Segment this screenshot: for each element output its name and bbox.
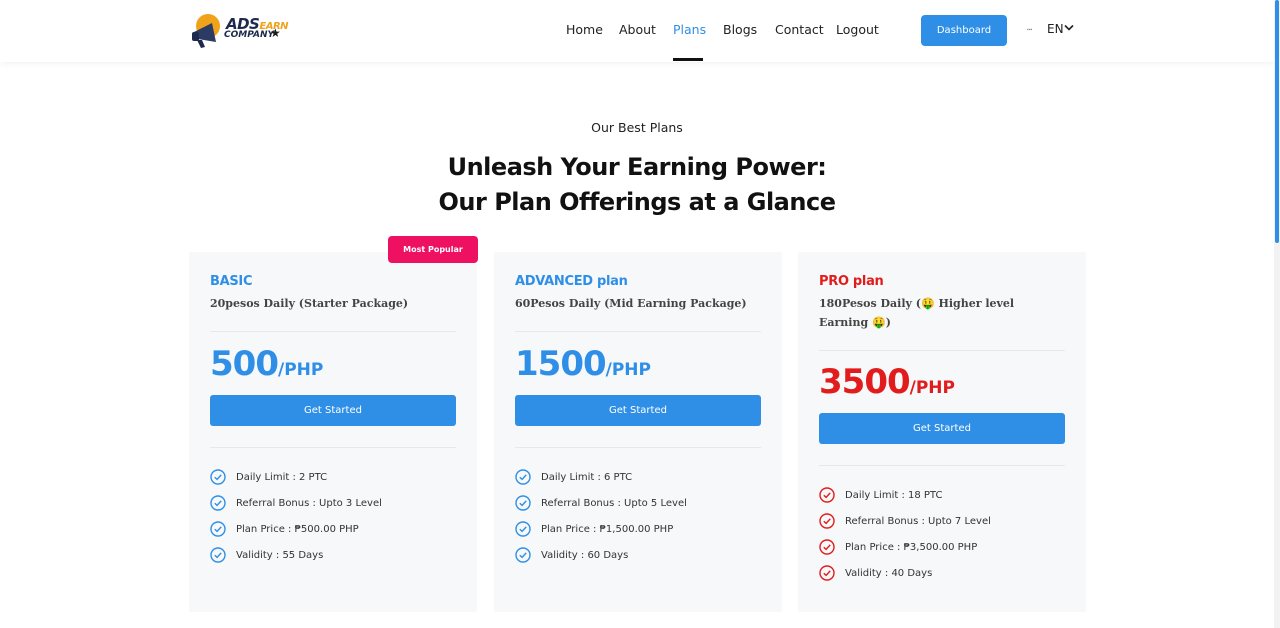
plan-name: BASIC: [210, 274, 253, 289]
scrollbar[interactable]: [1274, 0, 1280, 628]
section-title: Unleash Your Earning Power: Our Plan Offe…: [438, 153, 836, 216]
check-circle-icon: [819, 539, 835, 555]
nav-about[interactable]: About: [619, 22, 656, 37]
check-circle-icon: [515, 469, 531, 485]
feature-item: Plan Price : ₱3,500.00 PHP: [819, 534, 991, 560]
check-circle-icon: [515, 495, 531, 511]
most-popular-badge: Most Popular: [388, 236, 478, 263]
plan-card-pro: PRO plan 180Pesos Daily (🤑 Higher level …: [798, 252, 1086, 612]
check-circle-icon: [210, 495, 226, 511]
nav-blogs[interactable]: Blogs: [723, 22, 757, 37]
divider: [210, 447, 456, 448]
feature-item: Daily Limit : 2 PTC: [210, 464, 382, 490]
feature-item: Referral Bonus : Upto 5 Level: [515, 490, 687, 516]
language-selector[interactable]: EN: [1047, 22, 1064, 36]
feature-list: Daily Limit : 6 PTC Referral Bonus : Upt…: [515, 464, 687, 568]
star-icon: ★: [270, 26, 281, 40]
plan-description: 20pesos Daily (Starter Package): [210, 297, 409, 310]
scrollbar-thumb[interactable]: [1275, 0, 1279, 243]
active-nav-indicator: [673, 58, 703, 61]
plan-card-advanced: ADVANCED plan 60Pesos Daily (Mid Earning…: [494, 252, 782, 612]
feature-item: Referral Bonus : Upto 3 Level: [210, 490, 382, 516]
feature-list: Daily Limit : 18 PTC Referral Bonus : Up…: [819, 482, 991, 586]
feature-item: Validity : 40 Days: [819, 560, 991, 586]
feature-item: Referral Bonus : Upto 7 Level: [819, 508, 991, 534]
plan-name: PRO plan: [819, 274, 884, 289]
nav-logout[interactable]: Logout: [836, 22, 879, 37]
nav-plans[interactable]: Plans: [673, 22, 706, 37]
get-started-button[interactable]: Get Started: [210, 395, 456, 426]
check-circle-icon: [210, 521, 226, 537]
company-logo[interactable]: ADSEARN COMPANY ★: [190, 12, 290, 50]
logo-subtext: COMPANY: [224, 30, 274, 40]
site-header: ADSEARN COMPANY ★ Home About Plans Blogs…: [0, 0, 1274, 62]
check-circle-icon: [819, 565, 835, 581]
plan-description: 180Pesos Daily (🤑 Higher level Earning 🤑…: [819, 297, 1015, 329]
plan-description: 60Pesos Daily (Mid Earning Package): [515, 297, 747, 310]
get-started-button[interactable]: Get Started: [515, 395, 761, 426]
check-circle-icon: [819, 487, 835, 503]
plan-name: ADVANCED plan: [515, 274, 628, 289]
nav-contact[interactable]: Contact: [775, 22, 824, 37]
check-circle-icon: [819, 513, 835, 529]
divider: [515, 447, 761, 448]
divider: [210, 331, 456, 332]
feature-item: Validity : 60 Days: [515, 542, 687, 568]
check-circle-icon: [210, 547, 226, 563]
check-circle-icon: [210, 469, 226, 485]
feature-item: Daily Limit : 6 PTC: [515, 464, 687, 490]
check-circle-icon: [515, 547, 531, 563]
flag-icon: ▪▪▪: [1027, 27, 1033, 33]
feature-item: Daily Limit : 18 PTC: [819, 482, 991, 508]
feature-item: Plan Price : ₱500.00 PHP: [210, 516, 382, 542]
divider: [819, 350, 1065, 351]
plan-price: 500/PHP: [210, 344, 324, 384]
section-eyebrow: Our Best Plans: [591, 120, 683, 135]
feature-list: Daily Limit : 2 PTC Referral Bonus : Upt…: [210, 464, 382, 568]
divider: [515, 331, 761, 332]
chevron-down-icon[interactable]: [1064, 24, 1074, 32]
plan-price: 3500/PHP: [819, 362, 955, 402]
divider: [819, 465, 1065, 466]
feature-item: Plan Price : ₱1,500.00 PHP: [515, 516, 687, 542]
nav-home[interactable]: Home: [566, 22, 603, 37]
check-circle-icon: [515, 521, 531, 537]
dashboard-button[interactable]: Dashboard: [921, 15, 1007, 46]
plan-card-basic: BASIC 20pesos Daily (Starter Package) 50…: [189, 252, 477, 612]
get-started-button[interactable]: Get Started: [819, 413, 1065, 444]
feature-item: Validity : 55 Days: [210, 542, 382, 568]
plan-price: 1500/PHP: [515, 344, 651, 384]
